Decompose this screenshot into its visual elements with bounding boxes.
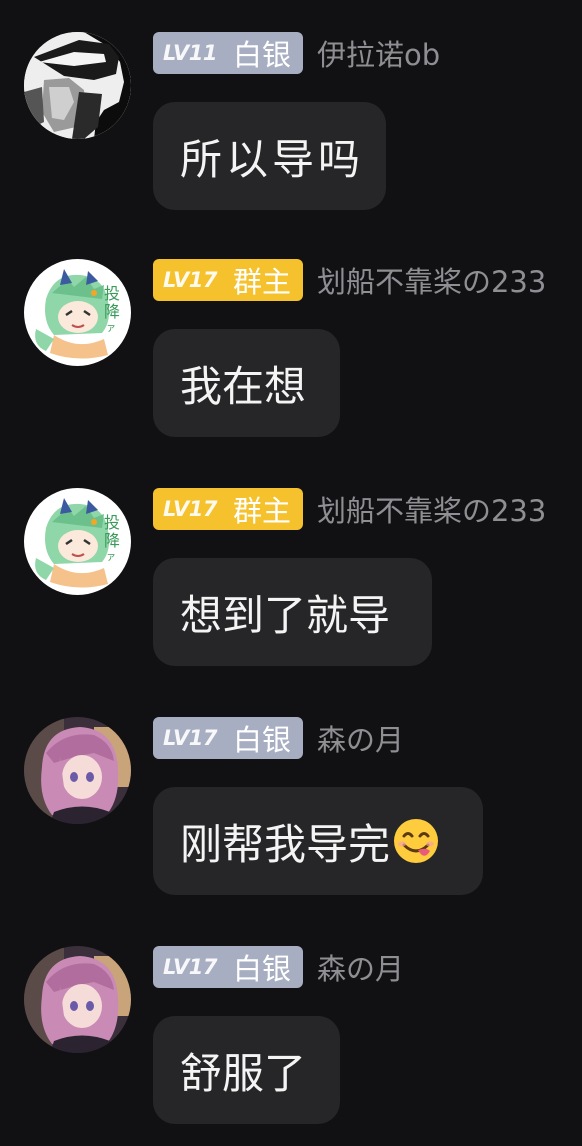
chat-message: 投 降 ァ LV17 群主 划船不靠桨の233 想到了就导 — [0, 488, 582, 688]
pink-hair-anime-girl-icon — [24, 717, 131, 824]
chat-message: 投 降 ァ LV17 群主 划船不靠桨の233 我在想 — [0, 259, 582, 459]
message-meta: LV17 白银 森の月 — [153, 946, 404, 988]
message-meta: LV17 白银 森の月 — [153, 717, 404, 759]
level-label: LV17 — [163, 726, 217, 750]
chat-message: LV17 白银 森の月 舒服了 — [0, 946, 582, 1146]
message-text: 舒服了 — [180, 1048, 307, 1098]
sender-nickname[interactable]: 划船不靠桨の233 — [317, 488, 546, 530]
avatar[interactable] — [24, 946, 131, 1053]
level-label: LV17 — [163, 955, 217, 979]
svg-text:投: 投 — [104, 513, 120, 532]
avatar[interactable]: 投 降 ァ — [24, 259, 131, 366]
rank-badge: LV17 白银 — [153, 717, 303, 759]
message-bubble[interactable]: 所以导吗 — [153, 102, 386, 210]
rank-badge: LV17 群主 — [153, 259, 303, 301]
chat-message-list[interactable]: LV11 白银 伊拉诺ob 所以导吗 投 降 ァ LV17 群主 划船不靠桨の2… — [0, 0, 582, 1146]
avatar[interactable] — [24, 717, 131, 824]
message-text: 想到了就导 — [180, 590, 391, 640]
level-label: LV11 — [163, 41, 217, 65]
message-text: 我在想 — [180, 361, 307, 411]
message-text: 所以导吗 — [180, 134, 365, 184]
chibi-green-hair-sticker-icon: 投 降 ァ — [24, 259, 131, 366]
chat-message: LV11 白银 伊拉诺ob 所以导吗 — [0, 32, 582, 232]
svg-text:ァ: ァ — [106, 323, 116, 334]
avatar[interactable] — [24, 32, 131, 139]
message-bubble[interactable]: 想到了就导 — [153, 558, 432, 666]
message-text: 刚帮我导完 — [180, 819, 391, 869]
rank-badge: LV17 群主 — [153, 488, 303, 530]
message-meta: LV17 群主 划船不靠桨の233 — [153, 488, 546, 530]
message-meta: LV17 群主 划船不靠桨の233 — [153, 259, 546, 301]
sender-nickname[interactable]: 伊拉诺ob — [317, 32, 440, 74]
rank-badge: LV17 白银 — [153, 946, 303, 988]
level-label: LV17 — [163, 497, 217, 521]
rank-title: 群主 — [232, 494, 291, 528]
dark-grayscale-portrait-icon — [24, 32, 131, 139]
sender-nickname[interactable]: 划船不靠桨の233 — [317, 259, 546, 301]
rank-title: 白银 — [232, 38, 291, 72]
message-bubble[interactable]: 刚帮我导完 — [153, 787, 483, 895]
svg-text:ァ: ァ — [106, 552, 116, 563]
message-meta: LV11 白银 伊拉诺ob — [153, 32, 440, 74]
level-label: LV17 — [163, 268, 217, 292]
chibi-green-hair-sticker-icon: 投 降 ァ — [24, 488, 131, 595]
svg-text:投: 投 — [104, 284, 120, 303]
rank-title: 白银 — [232, 952, 291, 986]
svg-text:降: 降 — [104, 302, 120, 321]
svg-text:降: 降 — [104, 531, 120, 550]
message-bubble[interactable]: 我在想 — [153, 329, 340, 437]
avatar[interactable]: 投 降 ァ — [24, 488, 131, 595]
sender-nickname[interactable]: 森の月 — [317, 717, 404, 759]
rank-title: 白银 — [232, 723, 291, 757]
yum-face-emoji-icon — [394, 819, 439, 863]
sender-nickname[interactable]: 森の月 — [317, 946, 404, 988]
pink-hair-anime-girl-icon — [24, 946, 131, 1053]
rank-title: 群主 — [232, 265, 291, 299]
chat-message: LV17 白银 森の月 刚帮我导完 — [0, 717, 582, 917]
message-bubble[interactable]: 舒服了 — [153, 1016, 340, 1124]
rank-badge: LV11 白银 — [153, 32, 303, 74]
